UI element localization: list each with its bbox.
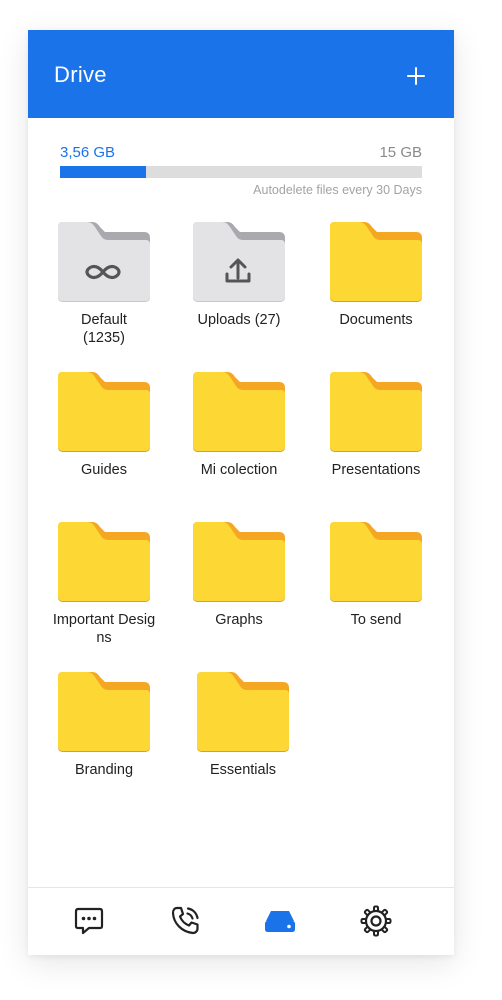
chat-bubble-icon[interactable]	[72, 904, 106, 938]
folder-icon	[44, 372, 164, 452]
folder-icon	[179, 372, 299, 452]
folder-label: Uploads (27)	[197, 312, 281, 328]
drive-icon[interactable]	[263, 904, 297, 938]
app-window: Drive 3,56 GB 15 GB Autodelete files eve…	[28, 30, 454, 955]
autodelete-note: Autodelete files every 30 Days	[253, 183, 422, 197]
folder-icon	[183, 672, 303, 752]
folder-icon	[316, 372, 436, 452]
phone-call-icon[interactable]	[168, 904, 202, 938]
system-folder-icon	[179, 222, 299, 302]
folder-item[interactable]: Branding	[44, 672, 164, 779]
folder-label: Mi colection	[200, 462, 278, 478]
app-header: Drive	[28, 30, 454, 118]
folder-icon	[316, 522, 436, 602]
folder-label: Documents	[339, 312, 413, 328]
folder-item[interactable]: Mi colection	[179, 372, 299, 479]
gear-icon[interactable]	[359, 904, 393, 938]
folder-item[interactable]: Presentations	[316, 372, 436, 479]
bottom-navigation	[28, 887, 454, 955]
folder-item[interactable]: Default (1235)	[44, 222, 164, 347]
storage-progress-bar	[60, 166, 422, 178]
page-title: Drive	[54, 62, 107, 87]
folder-label: Guides	[81, 462, 127, 478]
folder-icon	[179, 522, 299, 602]
folder-item[interactable]: To send	[316, 522, 436, 629]
folder-label: Graphs	[215, 612, 263, 628]
folder-label: Presentations	[331, 462, 421, 478]
stage: Drive 3,56 GB 15 GB Autodelete files eve…	[0, 0, 502, 1000]
system-folder-icon	[44, 222, 164, 302]
plus-icon[interactable]	[406, 66, 426, 86]
storage-progress-fill	[60, 166, 146, 178]
folder-label: Default (1235)	[81, 312, 127, 346]
folder-label: Branding	[74, 762, 134, 778]
folder-item[interactable]: Documents	[316, 222, 436, 329]
folder-item[interactable]: Important Designs	[44, 522, 164, 647]
storage-used-label: 3,56 GB	[60, 144, 116, 161]
folder-icon	[44, 672, 164, 752]
storage-total-label: 15 GB	[379, 144, 422, 161]
folder-item[interactable]: Essentials	[183, 672, 303, 779]
folder-label: To send	[350, 612, 402, 628]
folder-item[interactable]: Guides	[44, 372, 164, 479]
folder-icon	[44, 522, 164, 602]
folder-item[interactable]: Uploads (27)	[179, 222, 299, 329]
folder-label: Essentials	[209, 762, 277, 778]
folder-label: Important Designs	[52, 612, 156, 646]
folder-icon	[316, 222, 436, 302]
folder-item[interactable]: Graphs	[179, 522, 299, 629]
